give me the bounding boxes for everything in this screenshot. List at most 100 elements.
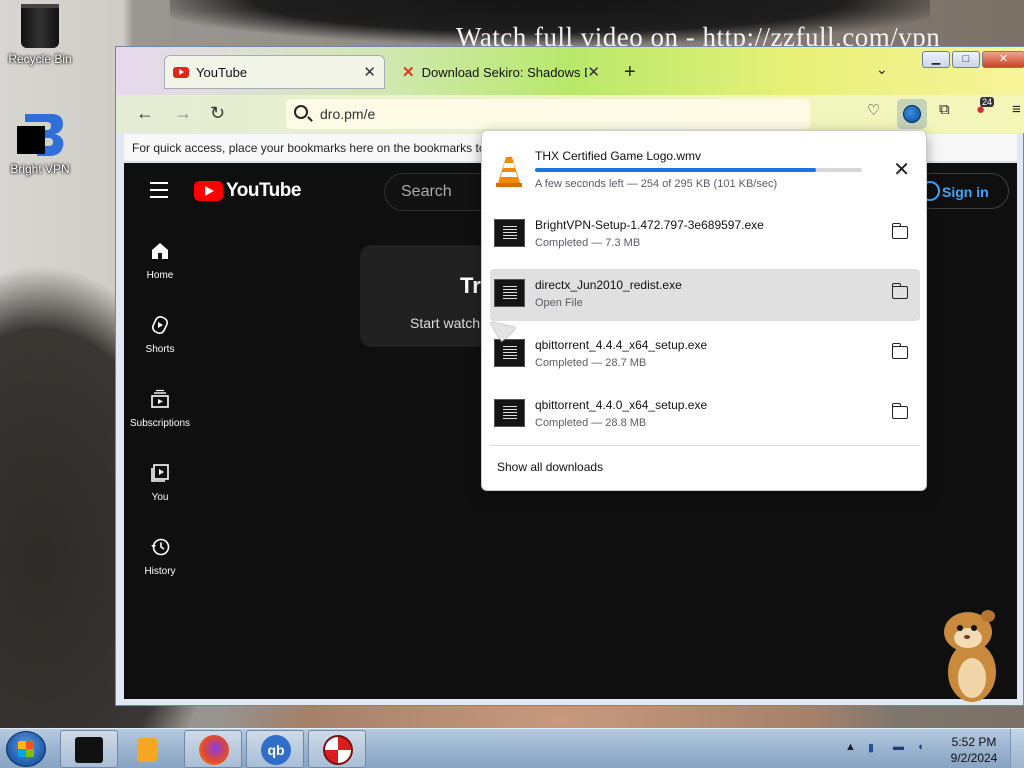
download-progress-bar <box>535 168 862 172</box>
sidebar-item-shorts[interactable]: Shorts <box>124 315 196 355</box>
history-icon <box>151 538 170 556</box>
vlc-cone-icon <box>496 157 522 187</box>
taskbar-app-firefox[interactable] <box>184 730 242 768</box>
promo-subtitle: Start watch <box>410 315 481 331</box>
hamster-desktop-pet-icon <box>944 610 996 702</box>
tab-download-sekiro[interactable]: ✕ Download Sekiro: Shadows Die ✕ <box>394 55 608 89</box>
sidebar-item-label: Subscriptions <box>129 418 191 429</box>
download-item-active[interactable]: THX Certified Game Logo.wmv A few second… <box>490 137 920 197</box>
pocket-icon[interactable]: ♡ <box>867 101 880 119</box>
window-controls: ▁ □ ✕ <box>922 51 1024 68</box>
exe-file-icon <box>494 399 525 427</box>
you-library-icon <box>151 464 169 482</box>
downloads-panel: THX Certified Game Logo.wmv A few second… <box>481 130 927 491</box>
download-item[interactable]: BrightVPN-Setup-1.472.797-3e689597.exe C… <box>490 209 920 261</box>
exe-file-icon <box>494 279 525 307</box>
start-button[interactable] <box>6 731 46 767</box>
desktop-icon-label: Bright VPN <box>10 162 70 176</box>
reload-icon[interactable]: ↻ <box>210 103 225 124</box>
guide-menu-icon[interactable] <box>150 182 168 203</box>
firefox-icon <box>199 735 229 765</box>
close-tab-icon[interactable]: ✕ <box>363 63 376 81</box>
media-player-icon <box>137 738 157 762</box>
url-bar[interactable]: dro.pm/e <box>286 99 810 129</box>
menu-icon[interactable]: ≡ <box>1012 101 1021 118</box>
show-all-downloads-link[interactable]: Show all downloads <box>497 460 603 474</box>
download-status: Completed — 28.7 MB <box>535 357 647 369</box>
tab-label: YouTube <box>196 64 248 80</box>
search-icon <box>294 105 308 119</box>
minimize-button[interactable]: ▁ <box>922 51 950 68</box>
tray-volume-icon[interactable]: ◖ <box>917 741 924 753</box>
show-in-folder-icon[interactable] <box>891 223 908 239</box>
youtube-logo[interactable]: YouTube <box>194 180 301 202</box>
close-window-button[interactable]: ✕ <box>982 51 1024 68</box>
exe-file-icon <box>494 339 525 367</box>
download-filename: THX Certified Game Logo.wmv <box>535 149 702 163</box>
download-status: Open File <box>535 297 583 309</box>
divider <box>490 445 920 446</box>
list-tabs-chevron-icon[interactable]: ⌄ <box>876 61 888 78</box>
desktop-icon-bright-vpn[interactable]: Bright VPN <box>0 110 80 176</box>
system-clock[interactable]: 5:52 PM 9/2/2024 <box>946 734 1002 766</box>
show-in-folder-icon[interactable] <box>891 403 908 419</box>
back-arrow-icon[interactable]: ← <box>136 103 154 124</box>
tray-expand-icon[interactable]: ▲ <box>845 741 856 753</box>
recycle-bin-icon <box>21 4 59 48</box>
taskbar: qb ▲ ▮ ▬ ◖ 5:52 PM 9/2/2024 <box>0 728 1024 768</box>
sidebar-item-label: You <box>151 492 169 503</box>
maximize-button[interactable]: □ <box>952 51 980 68</box>
tab-strip: YouTube ✕ ✕ Download Sekiro: Shadows Die… <box>116 47 1024 95</box>
cancel-download-icon[interactable]: ✕ <box>893 157 910 182</box>
sidebar-item-history[interactable]: History <box>124 537 196 577</box>
nav-toolbar: ← → ↻ dro.pm/e ♡ ⧉ ● 24 ≡ <box>116 95 1024 133</box>
globe-icon <box>903 105 921 123</box>
taskbar-app-explorer[interactable] <box>60 730 118 768</box>
download-filename: qbittorrent_4.4.0_x64_setup.exe <box>535 398 708 412</box>
download-status: Completed — 7.3 MB <box>535 237 641 249</box>
taskbar-app-lifebuoy[interactable] <box>308 730 366 768</box>
forward-arrow-icon[interactable]: → <box>174 103 192 124</box>
show-in-folder-icon[interactable] <box>891 283 908 299</box>
exe-file-icon <box>494 219 525 247</box>
download-item[interactable]: qbittorrent_4.4.0_x64_setup.exe Complete… <box>490 389 920 441</box>
subscriptions-icon <box>151 389 169 408</box>
home-icon <box>152 243 168 259</box>
tab-youtube[interactable]: YouTube ✕ <box>164 55 385 89</box>
black-box-icon <box>75 737 103 763</box>
youtube-favicon-icon <box>173 66 189 78</box>
taskbar-app-qbittorrent[interactable]: qb <box>246 730 304 768</box>
sidebar-item-home[interactable]: Home <box>124 241 196 281</box>
url-text: dro.pm/e <box>320 106 376 122</box>
download-item-hover[interactable]: directx_Jun2010_redist.exe Open File <box>490 269 920 321</box>
promo-title: Tr <box>460 273 481 298</box>
shorts-icon <box>152 316 168 334</box>
youtube-wordmark: YouTube <box>226 180 301 201</box>
clock-time: 5:52 PM <box>951 735 997 749</box>
bookmarks-hint: For quick access, place your bookmarks h… <box>132 141 486 155</box>
new-tab-plus-icon[interactable]: + <box>624 61 636 84</box>
downloads-button[interactable] <box>897 99 927 129</box>
taskbar-app-media-player[interactable] <box>122 730 180 768</box>
download-filename: directx_Jun2010_redist.exe <box>535 278 682 292</box>
extension-badge: 24 <box>980 97 995 107</box>
extensions-puzzle-icon[interactable]: ⧉ <box>939 101 950 118</box>
show-in-folder-icon[interactable] <box>891 343 908 359</box>
tray-monitor-icon[interactable]: ▬ <box>893 741 904 753</box>
sidebar-item-label: History <box>144 566 176 577</box>
desktop-icon-label: Recycle Bin <box>8 52 72 66</box>
tray-network-icon[interactable]: ▮ <box>868 741 874 754</box>
show-desktop-button[interactable] <box>1010 729 1024 768</box>
sidebar-item-you[interactable]: You <box>124 463 196 503</box>
lifebuoy-icon <box>323 735 353 765</box>
download-status: Completed — 28.8 MB <box>535 417 647 429</box>
close-tab-icon[interactable]: ✕ <box>587 63 600 81</box>
sidebar-item-label: Home <box>146 270 174 281</box>
desktop-icon-recycle-bin[interactable]: Recycle Bin <box>0 4 80 66</box>
sign-in-button[interactable]: Sign in <box>913 173 1009 209</box>
youtube-play-icon <box>194 181 223 201</box>
tab-label: Download Sekiro: Shadows Die <box>421 64 588 80</box>
site-favicon-icon: ✕ <box>402 64 415 81</box>
sidebar-item-subscriptions[interactable]: Subscriptions <box>124 389 196 429</box>
download-item[interactable]: qbittorrent_4.4.4_x64_setup.exe Complete… <box>490 329 920 381</box>
